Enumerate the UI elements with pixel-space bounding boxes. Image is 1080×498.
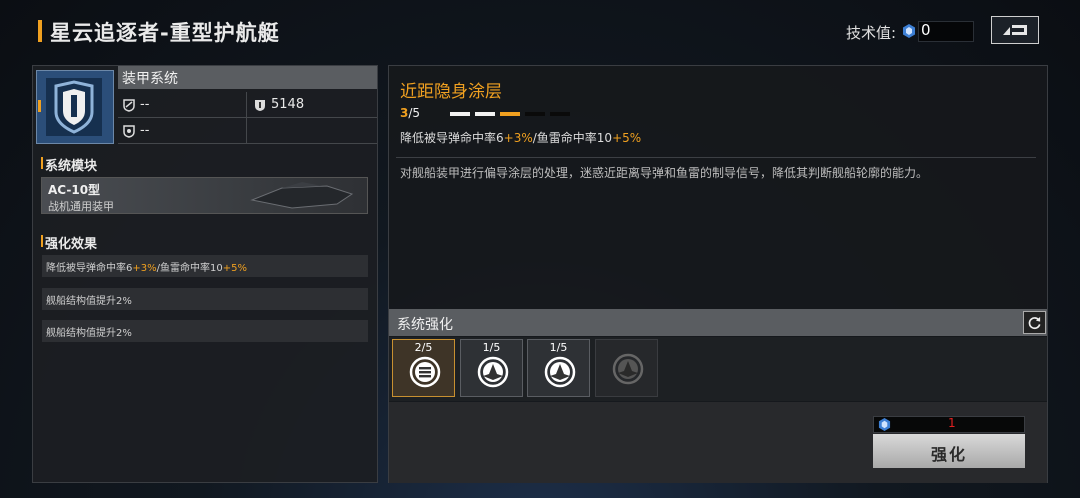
slot-level: 2/5 xyxy=(414,341,433,354)
skill-effect-mid: /鱼雷命中率10 xyxy=(532,131,613,145)
skill-effect-base: 降低被导弹命中率6 xyxy=(400,131,504,145)
stat-cell: -- xyxy=(118,118,247,144)
hull-value: 5148 xyxy=(271,97,305,112)
stat-cell: -- xyxy=(118,92,247,118)
module-section-title: 系统模块 xyxy=(45,159,98,174)
tech-points-value: 0 xyxy=(921,21,931,39)
page-title: 星云追逐者-重型护航艇 xyxy=(50,21,280,45)
enhance-effect-text: 舰船结构值提升2% xyxy=(46,328,132,339)
stat-cell: 5148 xyxy=(247,92,377,118)
torpedo-defense-value: -- xyxy=(140,123,150,138)
enhance-button[interactable]: 强化 xyxy=(873,434,1025,468)
system-enhance-header: 系统强化 xyxy=(389,309,1047,336)
system-slot[interactable]: 2/5 xyxy=(392,339,455,397)
enhance-effect-row: 舰船结构值提升2% xyxy=(42,288,368,310)
stat-cell-empty xyxy=(247,118,377,144)
hull-icon xyxy=(255,100,265,111)
system-enhance-title: 系统强化 xyxy=(397,317,453,333)
enhance-section-title: 强化效果 xyxy=(45,237,98,252)
stealth-coating-icon xyxy=(409,356,441,388)
enhance-effect-bonus: +5% xyxy=(222,263,247,274)
level-pip xyxy=(475,112,495,116)
level-pip xyxy=(500,112,520,116)
locked-ship-emblem-icon xyxy=(612,353,644,385)
enhance-effect-row: 舰船结构值提升2% xyxy=(42,320,368,342)
return-icon xyxy=(1003,25,1027,35)
divider xyxy=(396,157,1036,158)
enhance-effect-text: 降低被导弹命中率6+3%/鱼雷命中率10+5% xyxy=(46,259,247,274)
level-pip xyxy=(550,112,570,116)
enhance-effect-text: 舰船结构值提升2% xyxy=(46,296,132,307)
module-card[interactable]: AC-10型 战机通用装甲 xyxy=(41,177,368,214)
armor-system-header: 装甲系统 xyxy=(118,66,377,89)
module-ship-image xyxy=(250,182,354,209)
missile-defense-icon xyxy=(123,99,135,112)
shield-icon xyxy=(54,80,94,134)
armor-system-title: 装甲系统 xyxy=(122,71,178,87)
enhance-effect-row: 降低被导弹命中率6+3%/鱼雷命中率10+5% xyxy=(42,255,368,277)
slot-level: 1/5 xyxy=(549,341,568,354)
enhance-effect-base: 降低被导弹命中率6 xyxy=(46,263,133,274)
skill-title: 近距隐身涂层 xyxy=(400,82,502,102)
enhance-effect-mid: /鱼雷命中率10 xyxy=(156,263,223,274)
skill-level: 3/5 xyxy=(400,106,420,120)
title-accent-bar xyxy=(38,20,42,42)
slot-level: 1/5 xyxy=(482,341,501,354)
enhance-button-label: 强化 xyxy=(930,445,967,464)
refresh-button[interactable] xyxy=(1023,311,1046,334)
system-slot[interactable]: 1/5 xyxy=(460,339,523,397)
skill-effect: 降低被导弹命中率6+3%/鱼雷命中率10+5% xyxy=(400,129,641,146)
ship-emblem-icon xyxy=(477,356,509,388)
module-name: AC-10型 xyxy=(48,183,101,197)
enhance-effect-bonus: +3% xyxy=(132,263,157,274)
section-accent xyxy=(41,157,43,169)
section-accent xyxy=(41,235,43,247)
back-button[interactable] xyxy=(991,16,1039,44)
armor-portrait-frame xyxy=(46,78,102,136)
system-slot[interactable]: 1/5 xyxy=(527,339,590,397)
level-pip xyxy=(450,112,470,116)
missile-defense-value: -- xyxy=(140,97,150,112)
skill-effect-bonus: +3% xyxy=(503,131,533,145)
skill-description: 对舰船装甲进行偏导涂层的处理，迷惑近距离导弹和鱼雷的制导信号，降低其判断舰船轮廓… xyxy=(400,166,929,180)
selection-marker xyxy=(38,100,41,112)
crystal-icon xyxy=(878,418,891,431)
skill-effect-bonus: +5% xyxy=(612,131,642,145)
module-subtitle: 战机通用装甲 xyxy=(48,200,114,213)
refresh-icon xyxy=(1028,316,1041,330)
system-slot-locked[interactable] xyxy=(595,339,658,397)
crystal-icon xyxy=(902,23,916,38)
enhance-cost: 1 xyxy=(948,416,956,430)
torpedo-defense-icon xyxy=(123,125,135,138)
level-pip xyxy=(525,112,545,116)
tech-points-label: 技术值: xyxy=(846,24,897,42)
ship-emblem-icon xyxy=(544,356,576,388)
skill-level-max: /5 xyxy=(408,106,421,120)
